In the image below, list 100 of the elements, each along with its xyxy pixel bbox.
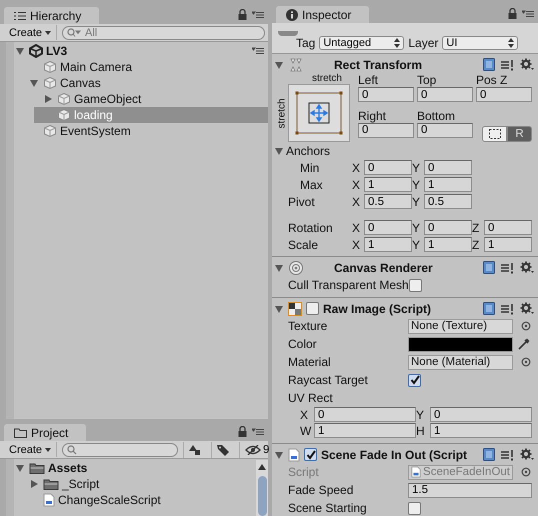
number-field[interactable]: 0 (430, 407, 532, 422)
number-field[interactable]: 1.5 (408, 482, 532, 498)
collapsed-arrow-icon[interactable] (29, 479, 39, 489)
component-title: Rect Transform (334, 58, 422, 72)
foldout-label[interactable]: Anchors (286, 144, 330, 158)
anchor-preset-button[interactable] (288, 84, 350, 142)
number-field[interactable]: 0 (424, 160, 472, 175)
axis-label: Y (412, 160, 422, 174)
checkbox[interactable] (408, 374, 421, 386)
hidden-packages-button[interactable]: 9 (239, 442, 272, 458)
up-down-arrows-icon (508, 38, 514, 48)
menu-icon[interactable] (252, 47, 264, 55)
expanded-arrow-icon[interactable] (15, 463, 25, 473)
enable-checkbox[interactable] (306, 302, 319, 315)
enable-checkbox[interactable] (304, 448, 317, 461)
sliders-icon[interactable] (501, 262, 514, 274)
tree-item[interactable]: ChangeScaleScript (28, 492, 256, 508)
component-title: Scene Fade In Out (Script (321, 448, 468, 462)
settings-icon[interactable] (520, 302, 534, 315)
property-label: Script (288, 465, 320, 479)
settings-icon[interactable] (520, 58, 534, 71)
number-field[interactable]: 1 (364, 237, 412, 252)
object-picker-icon[interactable] (521, 321, 531, 331)
raw-edit-button[interactable]: R (507, 126, 532, 142)
axis-label: Y (412, 220, 422, 234)
tree-item[interactable]: Main Camera (28, 59, 268, 75)
number-field[interactable]: 1 (424, 177, 472, 192)
tree-item[interactable]: LV3 (14, 43, 268, 59)
menu-icon[interactable] (252, 10, 264, 18)
panel-tab[interactable]: Hierarchy (4, 7, 100, 24)
search-field[interactable]: All (62, 26, 265, 40)
tree-item[interactable]: Canvas (28, 75, 268, 91)
tag-dropdown[interactable]: Untagged (319, 36, 404, 50)
number-field[interactable]: 0.5 (424, 194, 472, 209)
expanded-arrow-icon[interactable] (15, 46, 25, 56)
create-button[interactable]: Create (6, 442, 58, 457)
expanded-arrow-icon[interactable] (274, 60, 284, 70)
tree-item[interactable]: Assets (14, 460, 256, 476)
anchor-preset-label: stretch (276, 98, 287, 128)
search-field[interactable] (62, 442, 178, 456)
sliders-icon[interactable] (501, 58, 514, 70)
panel-tab[interactable]: Project (4, 424, 86, 441)
tree-item[interactable]: EventSystem (28, 123, 268, 139)
checkbox[interactable] (408, 278, 422, 292)
property-label: Pivot (288, 194, 316, 208)
expanded-arrow-icon[interactable] (274, 304, 284, 314)
property-label: UV Rect (288, 391, 334, 405)
field-label: Pos Z (476, 73, 508, 87)
help-book-icon[interactable] (483, 448, 495, 461)
help-book-icon[interactable] (483, 261, 495, 274)
expanded-arrow-icon[interactable] (274, 262, 284, 272)
lock-icon[interactable] (508, 8, 517, 19)
property-label: Scale (288, 238, 320, 252)
layer-dropdown[interactable]: UI (442, 36, 518, 50)
create-button[interactable]: Create (6, 25, 58, 40)
number-field[interactable]: 0 (364, 220, 412, 235)
axis-label: Z (472, 238, 480, 252)
help-book-icon[interactable] (483, 58, 495, 71)
scrollbar[interactable] (256, 460, 268, 516)
tree-item[interactable]: _Script (28, 476, 256, 492)
menu-icon[interactable] (252, 428, 264, 436)
object-picker-icon[interactable] (521, 467, 531, 477)
number-field[interactable]: 1 (430, 423, 532, 438)
blueprint-mode-button[interactable] (482, 126, 507, 142)
help-book-icon[interactable] (483, 302, 495, 315)
number-field[interactable]: 1 (424, 237, 472, 252)
number-field[interactable]: 0.5 (364, 194, 412, 209)
field-label: Right (358, 108, 388, 122)
object-picker-icon[interactable] (521, 357, 531, 367)
number-field[interactable]: 0 (364, 160, 412, 175)
number-field[interactable]: 0 (424, 220, 472, 235)
lock-icon[interactable] (238, 9, 247, 20)
number-field[interactable]: 0 (417, 122, 473, 138)
expanded-arrow-icon[interactable] (274, 450, 284, 460)
number-field[interactable]: 0 (358, 87, 414, 102)
menu-icon[interactable] (522, 10, 534, 18)
object-field[interactable]: None (Texture) (408, 318, 513, 334)
sliders-icon[interactable] (501, 448, 514, 460)
sliders-icon[interactable] (501, 302, 514, 314)
expanded-arrow-icon[interactable] (29, 78, 39, 88)
object-field[interactable]: None (Material) (408, 354, 513, 370)
settings-icon[interactable] (520, 448, 534, 461)
collapsed-arrow-icon[interactable] (43, 94, 53, 104)
eyedropper-icon[interactable] (517, 337, 531, 351)
number-field[interactable]: 0 (314, 407, 416, 422)
up-arrow-icon[interactable] (258, 464, 266, 470)
color-swatch[interactable] (408, 336, 513, 352)
checkbox[interactable] (408, 502, 421, 514)
expanded-arrow-icon[interactable] (274, 146, 284, 156)
number-field[interactable]: 0 (484, 220, 532, 235)
number-field[interactable]: 1 (314, 423, 416, 438)
settings-icon[interactable] (520, 261, 534, 274)
number-field[interactable]: 1 (364, 177, 412, 192)
number-field[interactable]: 0 (358, 122, 414, 138)
number-field[interactable]: 0 (417, 87, 473, 102)
lock-icon[interactable] (238, 426, 247, 437)
tree-item[interactable]: GameObject (42, 91, 268, 107)
number-field[interactable]: 0 (476, 87, 532, 102)
number-field[interactable]: 1 (484, 237, 532, 252)
panel-tab[interactable]: Inspector (276, 6, 370, 23)
